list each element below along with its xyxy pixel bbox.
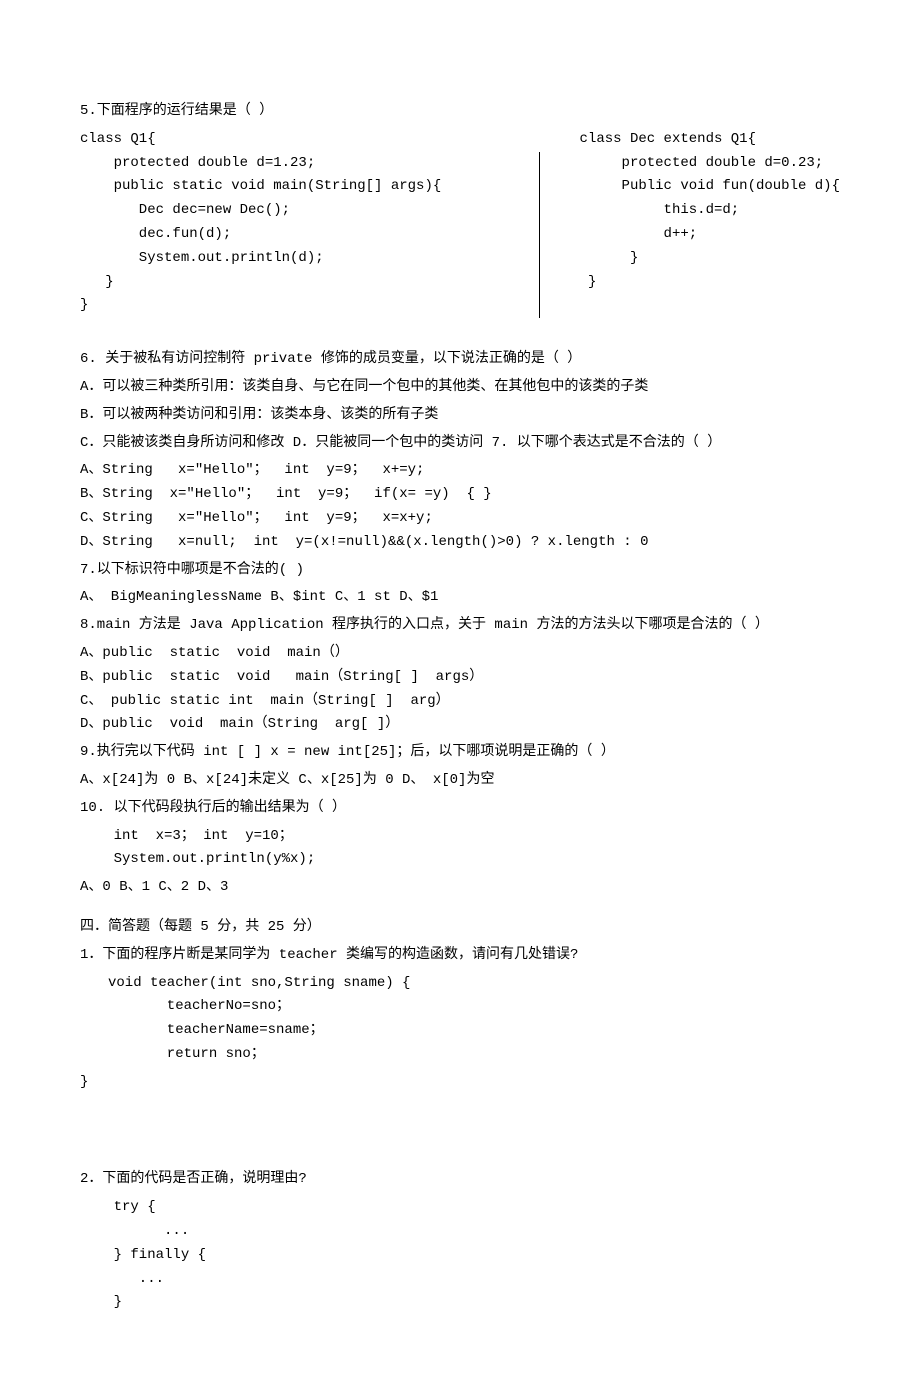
q5-code-wrapper: class Q1{ protected double d=1.23; publi… [80, 128, 840, 318]
section4-title: 四．简答题（每题 5 分，共 25 分） [80, 916, 840, 940]
q6-option-cd: C．只能被该类自身所访问和修改 D．只能被同一个包中的类访问 7. 以下哪个表达… [80, 432, 840, 456]
q10-title: 10. 以下代码段执行后的输出结果为（ ） [80, 797, 840, 821]
s4-q2-title: 2．下面的代码是否正确，说明理由? [80, 1168, 840, 1192]
q10-code: int x=3； int y=10； System.out.println(y%… [80, 825, 840, 873]
q9-options: A、x[24]为 0 B、x[24]未定义 C、x[25]为 0 D、 x[0]… [80, 769, 840, 793]
q10-options: A、0 B、1 C、2 D、3 [80, 876, 840, 900]
q6-abcd-expr: A、String x="Hello"； int y=9； x+=y; B、Str… [80, 459, 840, 554]
q5-left-pre: class Q1{ protected double d=1.23; publi… [80, 128, 499, 318]
q7-title: 7.以下标识符中哪项是不合法的( ) [80, 559, 840, 583]
q5-right-code: class Dec extends Q1{ protected double d… [580, 128, 840, 318]
q5-left-code: class Q1{ protected double d=1.23; publi… [80, 128, 499, 318]
spacer [80, 1098, 840, 1168]
q6-option-a: A．可以被三种类所引用：该类自身、与它在同一个包中的其他类、在其他包中的该类的子… [80, 376, 840, 400]
s4-q1-title: 1．下面的程序片断是某同学为 teacher 类编写的构造函数，请问有几处错误? [80, 944, 840, 968]
q5-title: 5.下面程序的运行结果是（ ） [80, 100, 840, 124]
q7-options: A、 BigMeaninglessName B、$int C、1 st D、$1 [80, 586, 840, 610]
s4-q1-code: void teacher(int sno,String sname) { tea… [80, 972, 840, 1067]
q9-title: 9.执行完以下代码 int [ ] x = new int[25]；后，以下哪项… [80, 741, 840, 765]
vertical-divider [539, 152, 540, 318]
q8-options: A、public static void main（） B、public sta… [80, 642, 840, 737]
s4-q1-closebrace: } [80, 1071, 840, 1095]
q5-right-pre: class Dec extends Q1{ protected double d… [580, 128, 840, 295]
q6-title: 6. 关于被私有访问控制符 private 修饰的成员变量，以下说法正确的是（ … [80, 348, 840, 372]
q8-title: 8.main 方法是 Java Application 程序执行的入口点，关于 … [80, 614, 840, 638]
q6-option-b: B．可以被两种类访问和引用：该类本身、该类的所有子类 [80, 404, 840, 428]
s4-q2-code: try { ... } finally { ... } [80, 1196, 840, 1315]
